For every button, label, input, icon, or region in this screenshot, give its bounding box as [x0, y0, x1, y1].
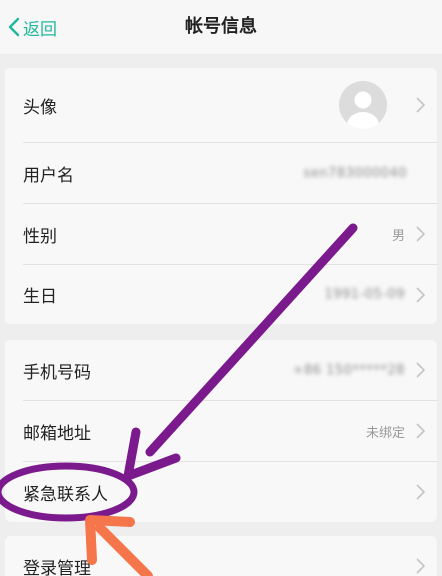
- username-value: sen783000040: [303, 165, 407, 181]
- chevron-right-icon: [416, 226, 425, 242]
- chevron-right-icon: [416, 423, 425, 439]
- avatar-row[interactable]: 头像: [5, 68, 437, 142]
- avatar[interactable]: [339, 81, 387, 129]
- gender-label: 性别: [23, 226, 57, 247]
- chevron-right-icon: [416, 484, 425, 500]
- gender-value: 男: [391, 228, 405, 244]
- contact-info-card: 手机号码 +86 150*****28 邮箱地址 未绑定 紧急联系人: [5, 340, 437, 522]
- page-title: 帐号信息: [185, 16, 257, 37]
- phone-row[interactable]: 手机号码 +86 150*****28: [5, 340, 437, 400]
- phone-value: +86 150*****28: [292, 362, 405, 378]
- username-row[interactable]: 用户名 sen783000040: [5, 143, 437, 203]
- chevron-right-icon: [416, 286, 425, 303]
- chevron-right-icon: [416, 362, 425, 378]
- birthday-label: 生日: [23, 287, 57, 307]
- account-info-card: 头像 用户名 sen783000040 性别 男 生日 1991-05-09: [5, 68, 437, 324]
- email-row[interactable]: 邮箱地址 未绑定: [5, 401, 437, 461]
- chevron-right-icon: [416, 97, 425, 113]
- navigation-bar: 返回 帐号信息: [0, 0, 442, 54]
- birthday-value: 1991-05-09: [324, 287, 405, 302]
- emergency-contact-label: 紧急联系人: [23, 484, 108, 505]
- login-management-row[interactable]: 登录管理: [5, 536, 437, 576]
- email-value: 未绑定: [365, 425, 405, 441]
- email-label: 邮箱地址: [23, 423, 91, 444]
- login-management-label: 登录管理: [23, 558, 91, 576]
- birthday-row[interactable]: 生日 1991-05-09: [5, 265, 437, 324]
- gender-row[interactable]: 性别 男: [5, 204, 437, 264]
- chevron-right-icon: [416, 558, 425, 574]
- avatar-label: 头像: [23, 97, 57, 118]
- user-silhouette-icon: [347, 91, 379, 129]
- phone-label: 手机号码: [23, 362, 91, 383]
- username-label: 用户名: [23, 165, 74, 186]
- security-card: 登录管理: [5, 536, 437, 576]
- emergency-contact-row[interactable]: 紧急联系人: [5, 462, 437, 522]
